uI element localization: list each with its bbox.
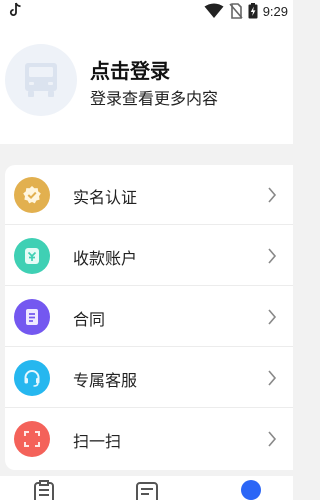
menu-item-scan[interactable]: 扫一扫: [5, 409, 293, 469]
chevron-right-icon: [268, 309, 277, 325]
menu-card: 实名认证 收款账户 合同 专属客服 扫一扫: [5, 165, 293, 470]
menu-item-label: 合同: [73, 310, 106, 329]
bottom-nav: [0, 476, 293, 500]
chevron-right-icon: [268, 370, 277, 386]
status-bar: 9:29: [0, 0, 293, 22]
menu-item-label: 收款账户: [73, 249, 138, 268]
menu-item-account[interactable]: 收款账户: [5, 226, 293, 286]
scan-icon: [14, 421, 50, 457]
wallet-icon: [14, 238, 50, 274]
no-sim-icon: [229, 3, 243, 19]
truck-icon: [25, 63, 57, 97]
contract-icon: [14, 299, 50, 335]
menu-item-label: 实名认证: [73, 188, 138, 207]
menu-item-service[interactable]: 专属客服: [5, 348, 293, 408]
login-title[interactable]: 点击登录: [90, 55, 170, 84]
login-subtitle: 登录查看更多内容: [90, 89, 219, 108]
menu-item-label: 专属客服: [73, 371, 138, 390]
list-icon[interactable]: [132, 476, 162, 500]
wifi-icon: [204, 3, 224, 18]
chevron-right-icon: [268, 248, 277, 264]
menu-item-verify[interactable]: 实名认证: [5, 165, 293, 225]
battery-charging-icon: [248, 3, 258, 19]
chevron-right-icon: [268, 431, 277, 447]
menu-item-contract[interactable]: 合同: [5, 287, 293, 347]
tiktok-icon: [9, 2, 21, 16]
profile-icon[interactable]: [236, 476, 266, 500]
avatar[interactable]: [5, 44, 77, 116]
headset-icon: [14, 360, 50, 396]
status-time: 9:29: [262, 3, 288, 19]
orders-icon[interactable]: [29, 476, 59, 500]
login-header[interactable]: 点击登录 登录查看更多内容: [0, 22, 293, 144]
chevron-right-icon: [268, 187, 277, 203]
app-screen: 9:29 点击登录 登录查看更多内容 实名认证 收款账户 合同 专属客服 扫一扫: [0, 0, 293, 500]
verified-badge-icon: [14, 177, 50, 213]
menu-item-label: 扫一扫: [73, 432, 122, 451]
status-icons: 9:29: [204, 0, 288, 22]
